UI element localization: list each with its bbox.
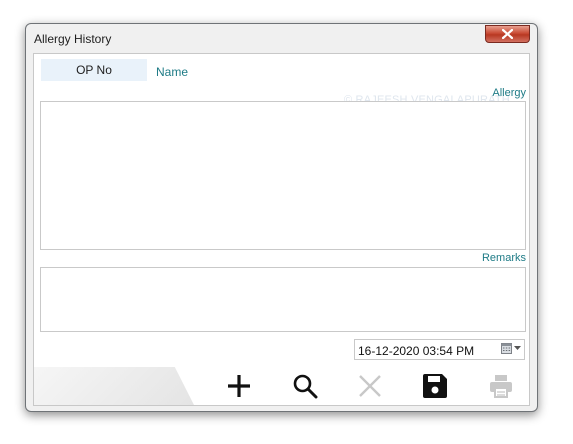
window-title: Allergy History bbox=[34, 32, 112, 46]
form-area: OP No Name © RAJEESH VENGALAPURATH Aller… bbox=[33, 53, 530, 406]
cancel-button[interactable] bbox=[355, 371, 385, 401]
remarks-label: Remarks bbox=[481, 252, 526, 264]
close-icon bbox=[359, 375, 381, 397]
datetime-value: 16-12-2020 03:54 PM bbox=[358, 344, 475, 358]
add-button[interactable] bbox=[224, 371, 254, 401]
plus-icon bbox=[228, 375, 250, 397]
allergy-history-window: Allergy History OP No Name © RAJEESH VEN… bbox=[25, 23, 538, 412]
allergy-label: Allergy bbox=[492, 87, 526, 99]
datetime-picker[interactable]: 16-12-2020 03:54 PM bbox=[354, 339, 525, 360]
calendar-dropdown-button[interactable] bbox=[501, 343, 521, 354]
save-button[interactable] bbox=[420, 371, 450, 401]
print-icon bbox=[490, 375, 512, 398]
remarks-textbox[interactable] bbox=[40, 267, 526, 332]
allergy-textbox[interactable] bbox=[40, 101, 526, 250]
op-no-field[interactable]: OP No bbox=[41, 59, 147, 81]
calendar-icon bbox=[501, 343, 512, 354]
chevron-down-icon bbox=[514, 346, 521, 350]
title-bar[interactable]: Allergy History bbox=[26, 24, 537, 52]
search-button[interactable] bbox=[290, 371, 320, 401]
op-no-label: OP No bbox=[76, 63, 112, 77]
print-button[interactable] bbox=[486, 371, 516, 401]
search-icon bbox=[293, 374, 318, 399]
window-close-button[interactable] bbox=[485, 25, 530, 43]
save-icon bbox=[423, 374, 447, 398]
toolbar-decoration bbox=[34, 367, 194, 405]
close-icon bbox=[502, 29, 513, 39]
name-label: Name bbox=[156, 65, 189, 79]
